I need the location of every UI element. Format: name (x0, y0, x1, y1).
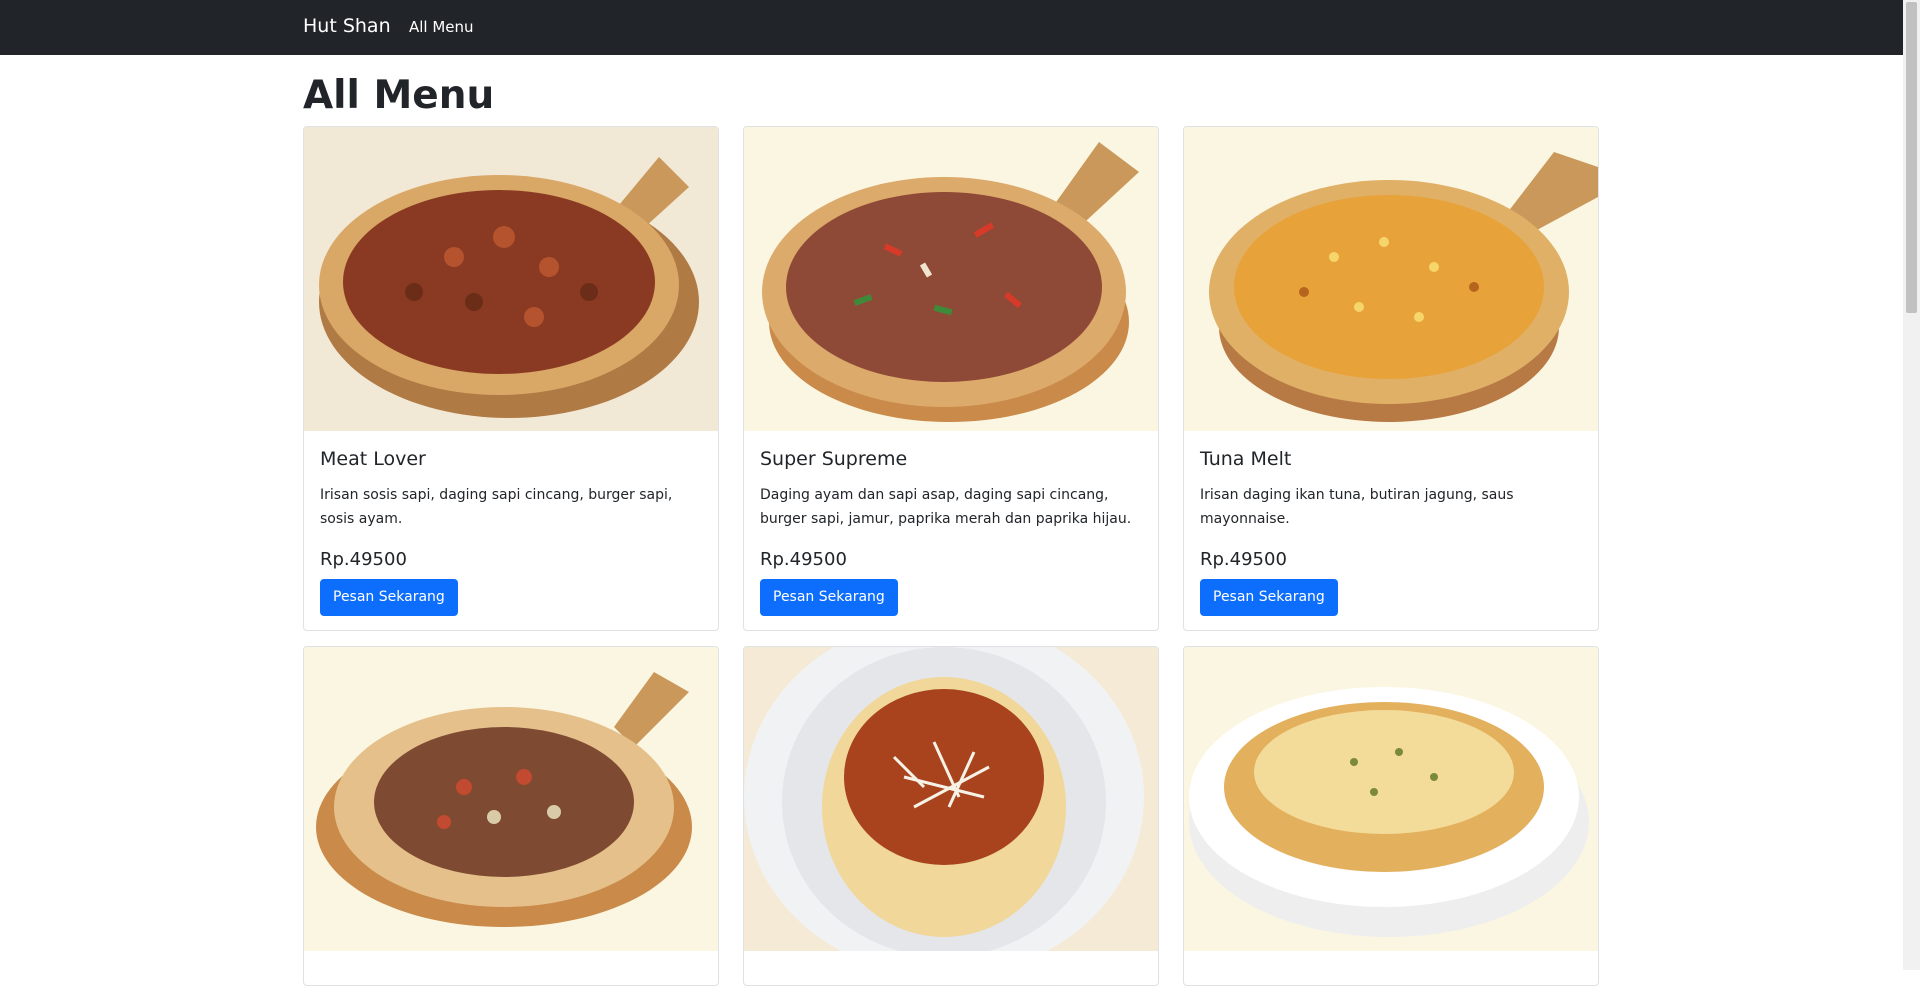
menu-card-tuna-melt: Tuna Melt Irisan daging ikan tuna, butir… (1183, 126, 1599, 631)
spaghetti-bolognese-image (744, 647, 1158, 951)
order-now-button[interactable]: Pesan Sekarang (320, 579, 458, 616)
card-description: Daging ayam dan sapi asap, daging sapi c… (760, 487, 1132, 527)
card-title: Tuna Melt (1200, 448, 1292, 470)
menu-card-meat-lover: Meat Lover Irisan sosis sapi, daging sap… (303, 126, 719, 631)
card-price: Rp.49500 (760, 549, 847, 570)
card-description: Irisan daging ikan tuna, butiran jagung,… (1200, 487, 1514, 527)
card-description: Irisan sosis sapi, daging sapi cincang, … (320, 487, 673, 527)
card-price: Rp.49500 (320, 549, 407, 570)
menu-card (303, 646, 719, 986)
menu-card (1183, 646, 1599, 986)
navbar: Hut Shan All Menu (0, 0, 1903, 55)
tuna-melt-pizza-image (1184, 127, 1598, 431)
page-title: All Menu (303, 73, 495, 118)
vertical-scrollbar[interactable] (1903, 0, 1920, 970)
card-title: Meat Lover (320, 448, 426, 470)
card-title: Super Supreme (760, 448, 908, 470)
brand-link[interactable]: Hut Shan (303, 15, 391, 37)
order-now-button[interactable]: Pesan Sekarang (1200, 579, 1338, 616)
card-price: Rp.49500 (1200, 549, 1287, 570)
menu-card (743, 646, 1159, 986)
order-now-button[interactable]: Pesan Sekarang (760, 579, 898, 616)
crown-crust-pizza-image (304, 647, 718, 951)
super-supreme-pizza-image (744, 127, 1158, 431)
meat-lover-pizza-image (304, 127, 718, 431)
menu-card-super-supreme: Super Supreme Daging ayam dan sapi asap,… (743, 126, 1159, 631)
nav-link-all-menu[interactable]: All Menu (409, 18, 474, 36)
lasagna-image (1184, 647, 1598, 951)
scrollbar-thumb[interactable] (1906, 2, 1917, 313)
